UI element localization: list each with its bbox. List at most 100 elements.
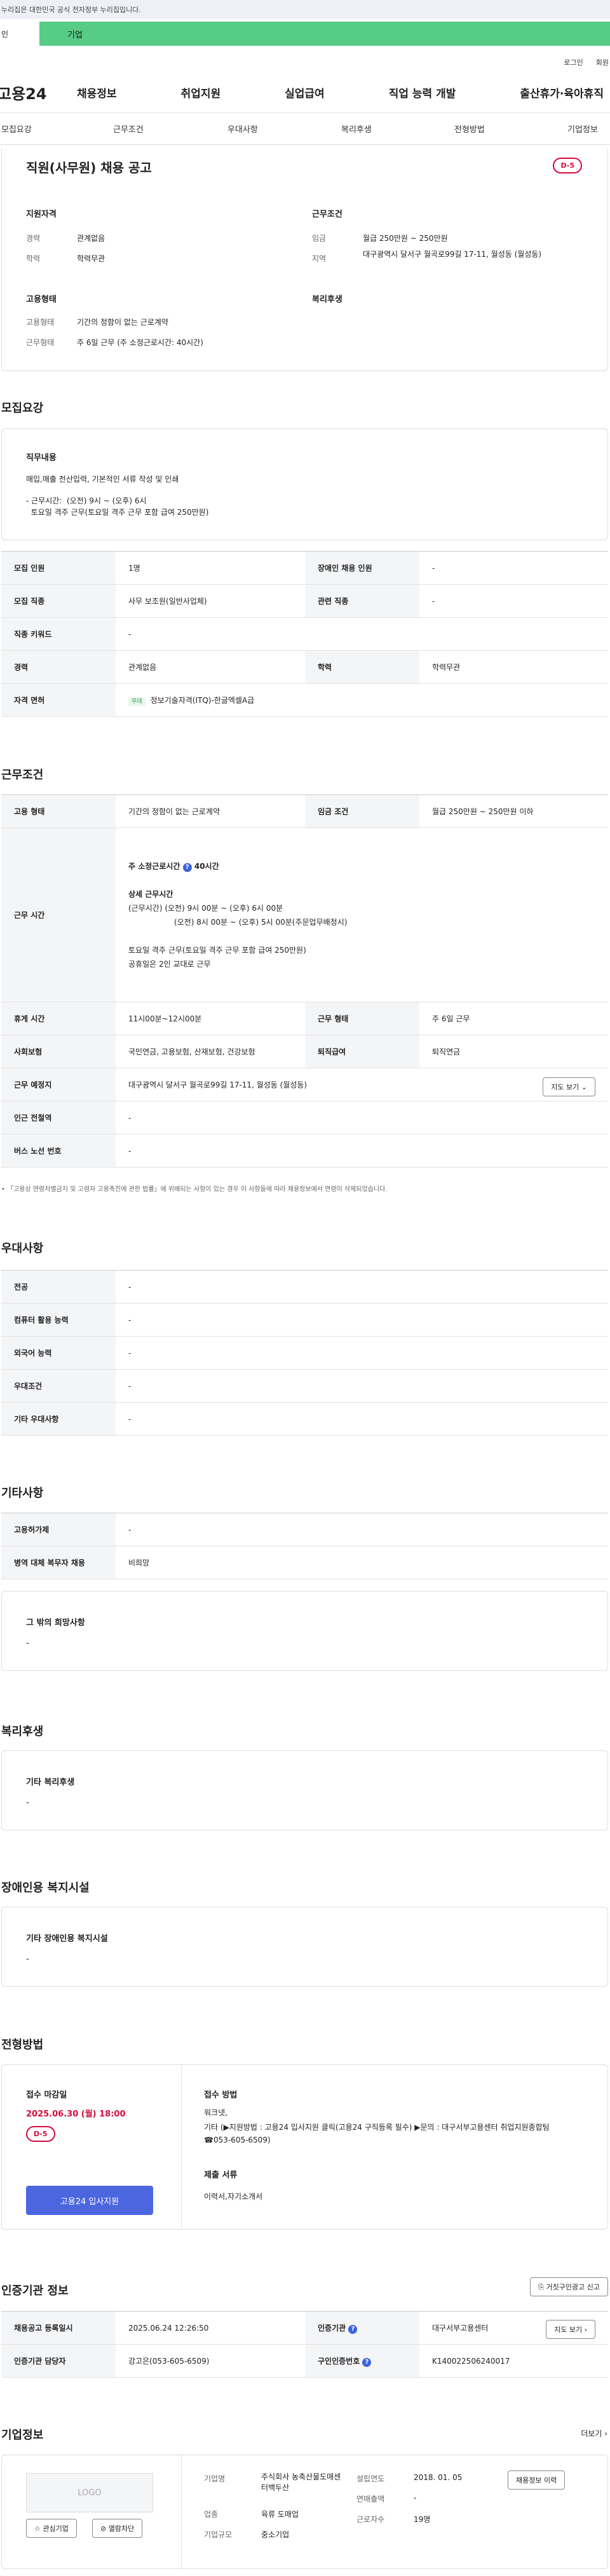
tab-company[interactable]: 기업 bbox=[39, 22, 610, 46]
qual-heading: 지원자격 bbox=[26, 210, 57, 219]
company-more-link[interactable]: 더보기 › bbox=[581, 2428, 607, 2439]
detail-hours-2: (오전) 8시 00분 ~ (오후) 5시 00분(주문업무배정시) bbox=[174, 917, 348, 927]
sales-label: 연매출액 bbox=[356, 2495, 385, 2504]
cell-value: 비희망 bbox=[116, 1546, 608, 1579]
interest-company-button[interactable]: ☆ 관심기업 bbox=[26, 2519, 77, 2538]
edu-value: 학력무관 bbox=[77, 254, 105, 263]
map-button-label: 지도 보기 bbox=[551, 1083, 580, 1091]
cell-value: 2025.06.24 12:26:50 bbox=[116, 2311, 305, 2345]
table-row: 근무 예정지 대구광역시 달서구 월곡로99길 17-11, 월성동 (월성동)… bbox=[1, 1068, 608, 1101]
interest-label: 관심기업 bbox=[43, 2525, 69, 2533]
disabled-card: 기타 장애인용 복지시설 - bbox=[1, 1907, 608, 1987]
cell-value: - bbox=[116, 1336, 608, 1370]
cell-value: - bbox=[116, 1303, 608, 1337]
help-icon[interactable]: ? bbox=[362, 2357, 372, 2367]
cell-header: 버스 노선 번호 bbox=[1, 1134, 116, 1168]
work-type-value: 주 6일 근무 (주 소정근로시간: 40시간) bbox=[77, 338, 203, 347]
anchor-prefer[interactable]: 우대사항 bbox=[227, 123, 258, 135]
nav-job-training[interactable]: 직업 능력 개발 bbox=[389, 85, 456, 100]
cell-header: 근무 형태 bbox=[305, 1002, 419, 1035]
career-value: 관계없음 bbox=[77, 234, 105, 243]
size-label: 기업규모 bbox=[204, 2530, 233, 2539]
size-value: 중소기업 bbox=[261, 2530, 290, 2539]
cell-header: 채용공고 등록일시 bbox=[1, 2311, 116, 2345]
tab-individual[interactable]: 인 bbox=[0, 29, 39, 39]
welfare-section-title: 복리후생 bbox=[1, 1725, 44, 1738]
welfare-box-title: 기타 복리후생 bbox=[26, 1778, 75, 1787]
cell-header: 퇴직급여 bbox=[305, 1035, 419, 1068]
signup-link[interactable]: 회원 bbox=[596, 57, 609, 72]
table-row: 기타 우대사항 - bbox=[1, 1402, 608, 1436]
founded-value: 2018. 01. 05 bbox=[414, 2473, 463, 2482]
anchor-welfare[interactable]: 복리후생 bbox=[341, 123, 372, 135]
apply-button[interactable]: 고용24 입사지원 bbox=[26, 2186, 153, 2215]
block-icon: ⊘ bbox=[100, 2525, 109, 2533]
duty-line-3: 토요일 격주 근무(토요일 격주 근무 포함 급여 250만원) bbox=[26, 508, 209, 517]
method-line-1: 워크넷, bbox=[204, 2108, 227, 2117]
cell-value: 11시00분~12시00분 bbox=[116, 1002, 305, 1035]
cell-value: 국민연금, 고용보험, 산재보험, 건강보험 bbox=[116, 1035, 305, 1068]
cell-header: 구인인증번호 ? bbox=[305, 2344, 419, 2378]
recruit-section-title: 모집요강 bbox=[1, 402, 44, 415]
anchor-process[interactable]: 전형방법 bbox=[454, 123, 485, 135]
docs-value: 이력서,자기소개서 bbox=[204, 2192, 263, 2201]
table-row: 고용 형태 기간의 정함이 없는 근로계약 임금 조건 월급 250만원 ~ 250… bbox=[1, 794, 608, 828]
duty-card: 직무내용 매입,매출 전산입력, 기본적인 서류 작성 및 인쇄 - 근무시간:… bbox=[1, 428, 608, 540]
num-label: 구인인증번호 bbox=[318, 2356, 360, 2366]
nav-parental-leave[interactable]: 출산휴가·육아휴직 bbox=[520, 85, 604, 100]
cell-value: - bbox=[116, 1513, 608, 1546]
etc-section-title: 기타사항 bbox=[1, 1487, 44, 1500]
divider bbox=[181, 2455, 182, 2568]
divider bbox=[181, 2065, 182, 2229]
conditions-section-title: 근무조건 bbox=[1, 768, 44, 782]
detail-hours-1: (근무시간) (오전) 9시 00분 ~ (오후) 6시 00분 bbox=[128, 903, 283, 913]
table-row: 전공 - bbox=[1, 1270, 608, 1304]
nav-employment-support[interactable]: 취업지원 bbox=[181, 85, 221, 100]
table-row: 인증기관 담당자 강고은(053-605-6509) 구인인증번호 ? K1400… bbox=[1, 2344, 608, 2378]
bullet-icon: • bbox=[1, 1186, 8, 1193]
other-wish-title: 그 밖의 희망사항 bbox=[26, 1618, 85, 1628]
work-type-label: 근무형태 bbox=[26, 338, 55, 347]
cell-header: 외국어 능력 bbox=[1, 1336, 116, 1370]
nav-unemployment-benefit[interactable]: 실업급여 bbox=[285, 85, 325, 100]
license-text: 정보기술자격(ITQ)-한글엑셀A급 bbox=[150, 696, 255, 705]
auth-links: 로그인 회원 bbox=[0, 57, 610, 72]
anchor-company[interactable]: 기업정보 bbox=[567, 123, 598, 135]
job-title: 직원(사무원) 채용 공고 bbox=[26, 160, 152, 175]
cell-value: 학력무관 bbox=[419, 650, 608, 684]
cell-value: - bbox=[116, 1101, 608, 1135]
cell-header: 경력 bbox=[1, 650, 116, 684]
anchor-conditions[interactable]: 근무조건 bbox=[113, 123, 144, 135]
method-label: 접수 방법 bbox=[204, 2090, 238, 2100]
deadline-label: 접수 마감일 bbox=[26, 2090, 67, 2100]
job-history-button[interactable]: 채용정보 이력 bbox=[508, 2470, 566, 2490]
gov-notice-text: 누리집은 대한민국 공식 전자정부 누리집입니다. bbox=[1, 6, 141, 14]
main-nav: 고용24 채용정보 취업지원 실업급여 직업 능력 개발 출산휴가·육아휴직 bbox=[0, 72, 610, 113]
block-view-button[interactable]: ⊘ 열람차단 bbox=[92, 2519, 143, 2538]
star-icon: ☆ bbox=[34, 2525, 43, 2533]
cell-header: 휴게 시간 bbox=[1, 1002, 116, 1035]
cell-header: 인증기관 ? bbox=[305, 2311, 419, 2345]
agency-section-title: 인증기관 정보 bbox=[1, 2284, 69, 2298]
site-logo[interactable]: 고용24 bbox=[0, 81, 77, 104]
table-row: 우대조건 - bbox=[1, 1369, 608, 1403]
help-icon[interactable]: ? bbox=[182, 862, 192, 872]
agency-map-button[interactable]: 지도 보기 › bbox=[546, 2320, 595, 2339]
cell-value: - bbox=[116, 1402, 608, 1436]
region-label: 지역 bbox=[312, 254, 327, 263]
cell-header: 고용허가제 bbox=[1, 1513, 116, 1546]
weekly-hours-label: 주 소정근로시간 bbox=[128, 861, 180, 871]
nav-jobs[interactable]: 채용정보 bbox=[77, 85, 117, 100]
deadline-value: 2025.06.30 (월) 18:00 bbox=[26, 2109, 126, 2119]
help-icon[interactable]: ? bbox=[348, 2324, 358, 2334]
process-section-title: 전형방법 bbox=[1, 2038, 44, 2052]
anchor-recruit[interactable]: 모집요강 bbox=[1, 123, 32, 135]
report-fake-ad-button[interactable]: ⎘ 거짓구인광고 신고 bbox=[530, 2277, 608, 2296]
login-link[interactable]: 로그인 bbox=[564, 57, 583, 72]
company-name-label: 기업명 bbox=[204, 2474, 226, 2483]
disabled-section-title: 장애인용 복지시설 bbox=[1, 1881, 90, 1895]
agency-map-label: 지도 보기 bbox=[554, 2326, 583, 2334]
cell-value: - bbox=[419, 584, 608, 618]
org-value: 대구서부고용센터 bbox=[432, 2324, 489, 2333]
map-button[interactable]: 지도 보기 ⌄ bbox=[543, 1077, 595, 1096]
